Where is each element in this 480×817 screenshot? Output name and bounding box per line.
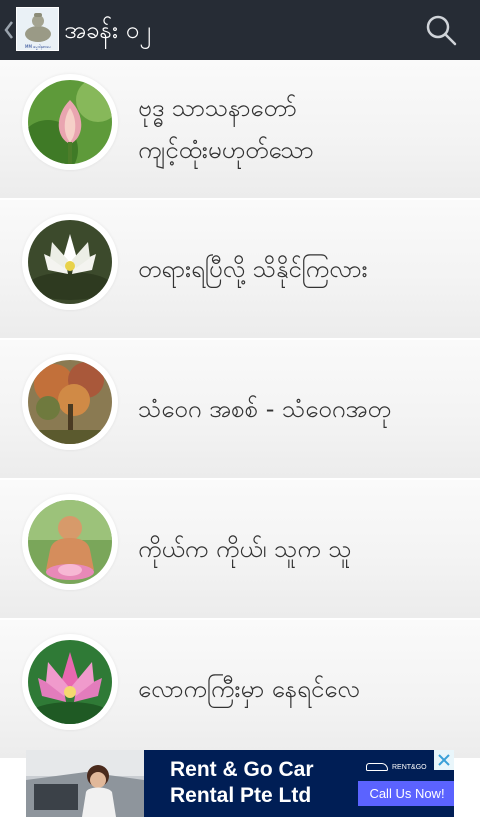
ad-logo: RENT&GO <box>366 760 436 774</box>
thumbnail-frame <box>22 214 118 310</box>
autumn-bonsai-tree-image <box>28 360 112 444</box>
item-title: ကိုယ်က ကိုယ်၊ သူက သူ <box>138 535 352 563</box>
ad-close-button[interactable] <box>434 750 454 770</box>
ad-banner[interactable]: Rent & Go Car Rental Pte Ltd RENT&GO Cal… <box>26 750 454 817</box>
chapter-list: ဗုဒ္ဓ သာသနာတော် ကျင့်ထုံးမဟုတ်သော တရားရပ… <box>0 60 480 760</box>
pink-lotus-bud-image <box>28 80 112 164</box>
car-icon <box>366 763 388 771</box>
list-item[interactable]: ကိုယ်က ကိုယ်၊ သူက သူ <box>0 480 480 620</box>
list-item[interactable]: ဗုဒ္ဓ သာသနာတော် ကျင့်ထုံးမဟုတ်သော <box>0 60 480 200</box>
pink-lotus-flower-image <box>28 640 112 724</box>
list-item[interactable]: လောကကြီးမှာ နေရင်လေ <box>0 620 480 760</box>
close-icon <box>438 754 450 766</box>
thumbnail-frame <box>22 494 118 590</box>
item-title: ဗုဒ္ဓ သာသနာတော် ကျင့်ထုံးမဟုတ်သော <box>138 94 314 164</box>
app-logo[interactable]: MM ဓမ္မဒါနစာပေ <box>16 7 59 51</box>
item-title: တရားရပြီလို့ သိနိုင်ကြလား <box>138 255 368 283</box>
chevron-left-icon[interactable] <box>3 18 15 42</box>
ad-photo <box>26 750 144 817</box>
list-item[interactable]: တရားရပြီလို့ သိနိုင်ကြလား <box>0 200 480 340</box>
thumbnail-frame <box>22 354 118 450</box>
top-app-bar: MM ဓမ္မဒါနစာပေ အခန်း ၀၂ <box>0 0 480 60</box>
thumbnail-frame <box>22 74 118 170</box>
white-lotus-image <box>28 220 112 304</box>
ad-logo-text: RENT&GO <box>392 763 427 771</box>
item-title: လောကကြီးမှာ နေရင်လေ <box>138 675 360 703</box>
page-title: အခန်း ၀၂ <box>64 16 151 44</box>
thumbnail-frame <box>22 634 118 730</box>
ad-text-panel: Rent & Go Car Rental Pte Ltd RENT&GO Cal… <box>144 750 454 817</box>
search-icon[interactable] <box>424 13 458 47</box>
meditating-monk-image <box>28 500 112 584</box>
list-item[interactable]: သံဝေဂ အစစ် - သံဝေဂအတု <box>0 340 480 480</box>
call-us-button[interactable]: Call Us Now! <box>358 781 454 806</box>
item-title: သံဝေဂ အစစ် - သံဝေဂအတု <box>138 395 391 423</box>
ad-headline: Rent & Go Car Rental Pte Ltd <box>170 758 314 807</box>
